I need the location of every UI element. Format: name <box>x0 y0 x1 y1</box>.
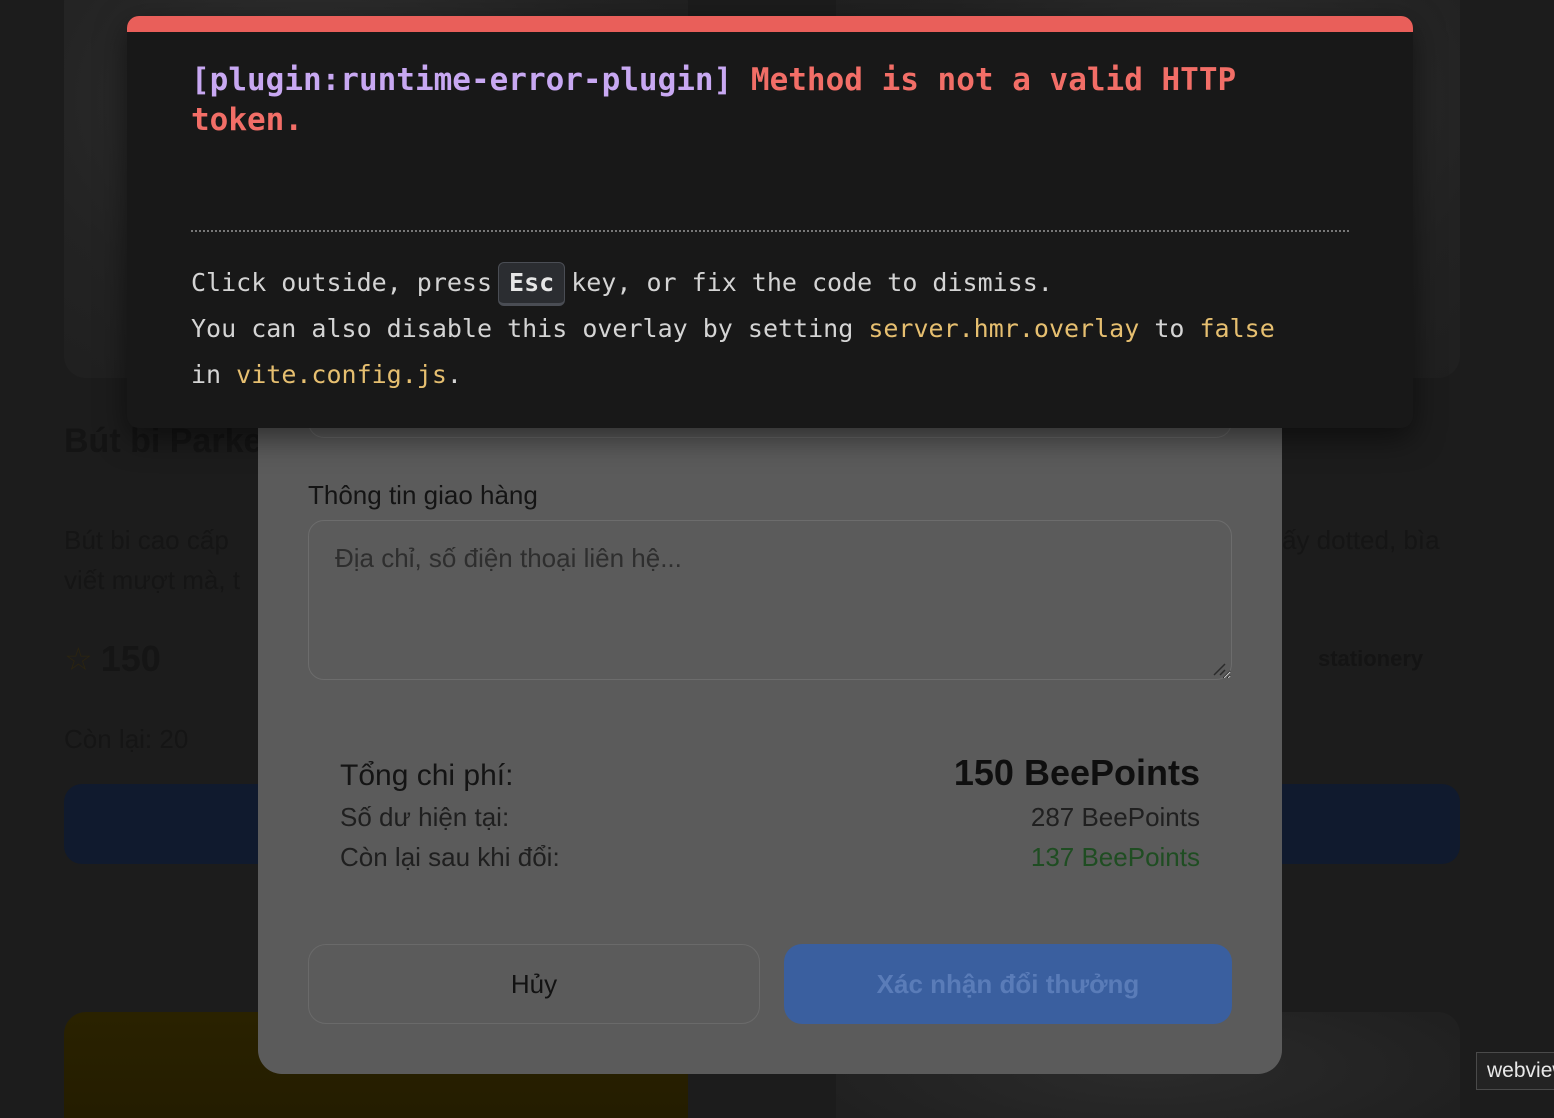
tip2-prefix: You can also disable this overlay by set… <box>191 314 854 343</box>
tip3-in: in <box>191 360 222 389</box>
remaining-balance-row: Còn lại sau khi đổi: 137 BeePoints <box>340 842 1200 873</box>
category-tag: stationery <box>1318 646 1424 671</box>
redeem-modal: Thông tin giao hàng Tổng chi phí: 150 Be… <box>258 380 1282 1074</box>
tip-suffix: key, or fix the code to dismiss. <box>571 268 1053 297</box>
cancel-button[interactable]: Hủy <box>308 944 760 1024</box>
error-tip-line-3: in vite.config.js. <box>191 352 1371 398</box>
error-top-bar <box>127 16 1413 32</box>
error-tip: Click outside, press Esc key, or fix the c… <box>191 260 1371 398</box>
esc-key: Esc <box>498 262 566 306</box>
tip3-file: vite.config.js <box>236 360 447 389</box>
total-cost-label: Tổng chi phí: <box>340 759 514 792</box>
star-icon: ☆ <box>64 641 93 677</box>
tip-prefix: Click outside, press <box>191 268 493 297</box>
remaining-balance-label: Còn lại sau khi đổi: <box>340 842 560 872</box>
product-description-right: ấy dotted, bìa <box>1282 525 1440 555</box>
product-description: Bút bi cao cấp viết mượt mà, t <box>64 525 241 595</box>
stock-text: Còn lại: 20 <box>64 724 189 754</box>
current-balance-value: 287 BeePoints <box>1030 802 1200 832</box>
shipping-address-input[interactable] <box>308 520 1232 680</box>
webview-badge: webview <box>1476 1052 1554 1090</box>
current-balance-row: Số dư hiện tại: 287 BeePoints <box>340 802 1200 833</box>
error-plugin-name: [plugin:runtime-error-plugin] <box>191 62 733 98</box>
remaining-balance-value: 137 BeePoints <box>1030 842 1200 872</box>
current-balance-label: Số dư hiện tại: <box>340 802 510 832</box>
error-tip-line-2: You can also disable this overlay by set… <box>191 306 1371 352</box>
tip3-end: . <box>446 360 462 389</box>
total-cost-value: 150 BeePoints <box>953 752 1200 793</box>
confirm-redeem-button[interactable]: Xác nhận đổi thưởng <box>784 944 1232 1024</box>
tip2-value: false <box>1199 314 1275 343</box>
product-points-value: 150 <box>100 638 161 679</box>
error-divider <box>191 230 1349 232</box>
error-overlay[interactable]: [plugin:runtime-error-plugin] Method is … <box>127 16 1413 428</box>
resize-handle-icon[interactable] <box>1212 662 1226 676</box>
product-points: ☆ 150 <box>64 638 161 680</box>
error-tip-line-1: Click outside, press Esc key, or fix the c… <box>191 260 1371 306</box>
total-cost-row: Tổng chi phí: 150 BeePoints <box>340 752 1200 794</box>
shipping-info-label: Thông tin giao hàng <box>308 480 538 510</box>
tip2-to: to <box>1154 314 1185 343</box>
tip2-setting: server.hmr.overlay <box>868 314 1140 343</box>
error-message: [plugin:runtime-error-plugin] Method is … <box>191 60 1311 140</box>
